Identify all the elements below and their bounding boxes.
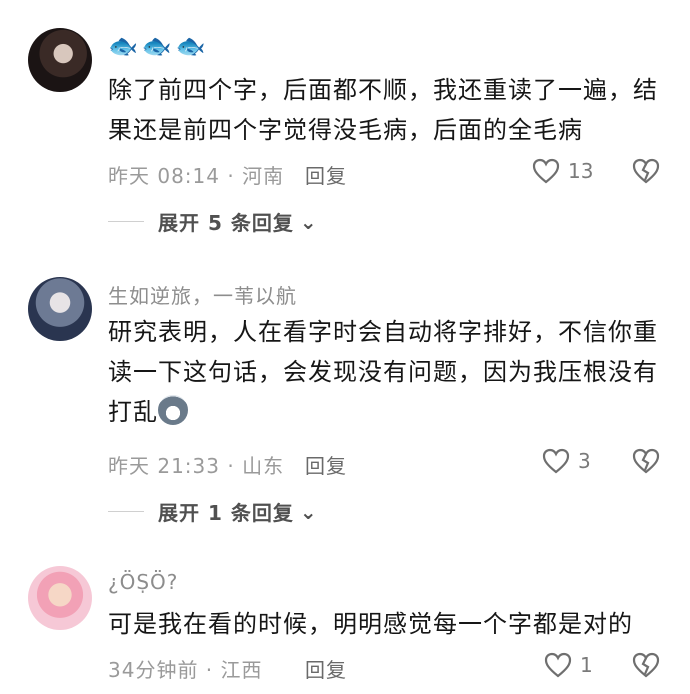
- divider-line: [108, 221, 144, 222]
- divider-line: [108, 511, 144, 512]
- comment-author[interactable]: ¿ÖṢÖ?: [108, 570, 178, 594]
- dislike-button[interactable]: [632, 158, 660, 184]
- reply-button[interactable]: 回复: [305, 654, 347, 683]
- like-count: 1: [580, 653, 593, 677]
- like-button[interactable]: 1: [544, 652, 593, 678]
- reply-button[interactable]: 回复: [305, 450, 347, 479]
- comment-meta: 34分钟前 · 江西: [108, 658, 263, 682]
- heart-icon: [544, 652, 572, 678]
- broken-heart-icon: [632, 448, 660, 474]
- expand-replies-button[interactable]: 展开 5 条回复 ⌄: [108, 207, 318, 236]
- like-count: 3: [578, 449, 591, 473]
- expand-replies-button[interactable]: 展开 1 条回复 ⌄: [108, 497, 318, 526]
- heart-icon: [532, 158, 560, 184]
- wolf-emoji-icon: [158, 395, 188, 425]
- comment-text-body: 研究表明，人在看字时会自动将字排好，不信你重读一下这句话，会发现没有问题，因为我…: [108, 318, 658, 426]
- expand-label: 展开 1 条回复: [158, 501, 294, 525]
- comment-text: 研究表明，人在看字时会自动将字排好，不信你重读一下这句话，会发现没有问题，因为我…: [108, 312, 660, 432]
- expand-label: 展开 5 条回复: [158, 211, 294, 235]
- like-button[interactable]: 3: [542, 448, 591, 474]
- comment-text: 可是我在看的时候，明明感觉每一个字都是对的: [108, 610, 633, 638]
- comment-meta: 昨天 21:33 · 山东: [108, 454, 285, 478]
- comment-text: 除了前四个字，后面都不顺，我还重读了一遍，结果还是前四个字觉得没毛病，后面的全毛…: [108, 76, 658, 144]
- comment-meta: 昨天 08:14 · 河南: [108, 164, 285, 188]
- like-button[interactable]: 13: [532, 158, 593, 184]
- chevron-down-icon: ⌄: [299, 499, 318, 524]
- comment-author[interactable]: 生如逆旅，一苇以航: [108, 280, 297, 309]
- avatar[interactable]: [28, 566, 92, 630]
- avatar[interactable]: [28, 28, 92, 92]
- broken-heart-icon: [632, 652, 660, 678]
- heart-icon: [542, 448, 570, 474]
- broken-heart-icon: [632, 158, 660, 184]
- dislike-button[interactable]: [632, 652, 660, 678]
- chevron-down-icon: ⌄: [299, 209, 318, 234]
- comment-author[interactable]: 🐟🐟🐟: [108, 32, 210, 60]
- dislike-button[interactable]: [632, 448, 660, 474]
- avatar[interactable]: [28, 277, 92, 341]
- like-count: 13: [568, 159, 594, 183]
- reply-button[interactable]: 回复: [305, 160, 347, 189]
